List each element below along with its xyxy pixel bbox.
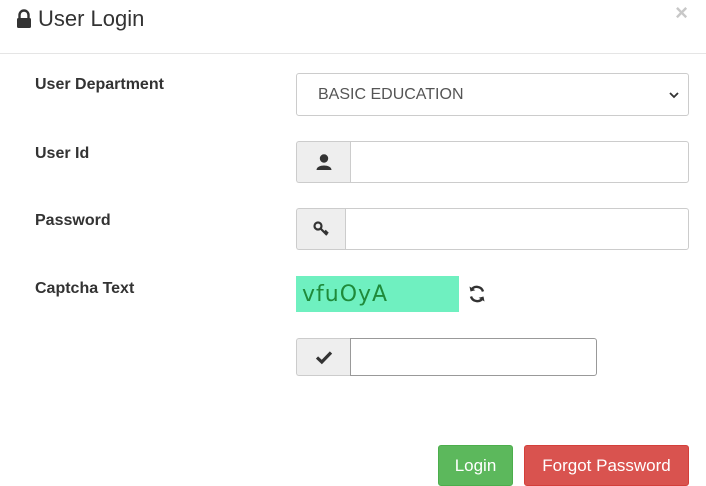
password-addon: [296, 208, 345, 250]
password-group: [296, 208, 689, 250]
captcha-input[interactable]: [350, 338, 597, 376]
department-selected-value: BASIC EDUCATION: [318, 85, 464, 103]
password-label: Password: [35, 212, 111, 229]
user-id-input[interactable]: [350, 141, 689, 183]
department-select[interactable]: BASIC EDUCATION: [296, 73, 689, 116]
department-label: User Department: [35, 76, 164, 93]
captcha-label: Captcha Text: [35, 280, 135, 297]
check-icon: [315, 351, 332, 365]
forgot-password-button[interactable]: Forgot Password: [524, 445, 689, 486]
user-id-group: [296, 141, 689, 183]
lock-icon: [17, 9, 31, 28]
user-id-label: User Id: [35, 145, 90, 162]
refresh-icon[interactable]: [467, 284, 487, 304]
login-modal: User Login × User Department BASIC EDUCA…: [0, 0, 706, 486]
captcha-addon: [296, 338, 350, 376]
user-id-addon: [296, 141, 350, 183]
key-icon: [313, 221, 329, 236]
login-button[interactable]: Login: [438, 445, 513, 486]
modal-title-text: User Login: [38, 6, 145, 31]
modal-header: User Login ×: [0, 0, 706, 54]
captcha-image: vfuOyA: [296, 276, 459, 312]
captcha-input-group: [296, 338, 597, 376]
modal-title: User Login: [16, 6, 144, 32]
close-button[interactable]: ×: [675, 2, 688, 24]
user-icon: [316, 154, 331, 170]
password-input[interactable]: [345, 208, 689, 250]
chevron-down-icon: [669, 92, 679, 99]
